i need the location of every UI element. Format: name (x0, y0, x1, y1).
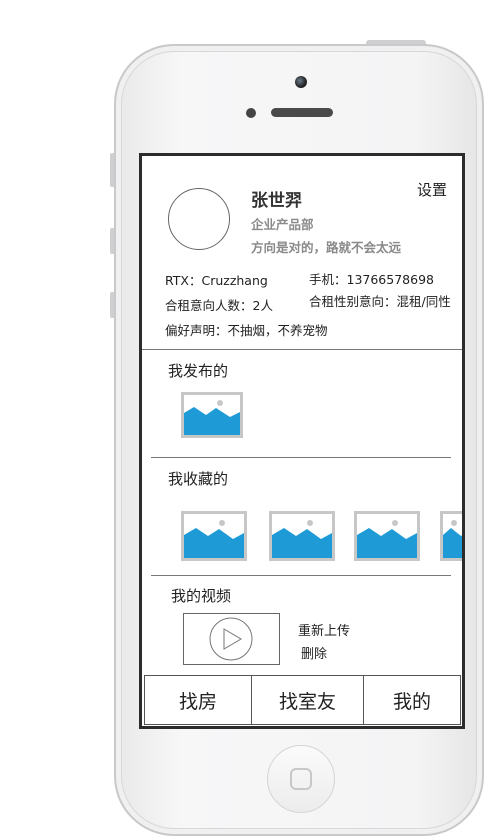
front-camera (295, 76, 307, 88)
section-title-published: 我发布的 (168, 362, 229, 380)
user-motto: 方向是对的，路就不会太远 (251, 240, 402, 255)
divider (151, 575, 451, 576)
favorite-item-thumb[interactable] (181, 511, 247, 561)
preference-statement: 偏好声明：不抽烟，不养宠物 (165, 323, 328, 338)
tab-find-roommate[interactable]: 找室友 (251, 676, 363, 724)
section-title-favorites: 我收藏的 (168, 470, 229, 488)
tab-mine[interactable]: 我的 (363, 676, 460, 724)
delete-button[interactable]: 删除 (301, 643, 327, 662)
proximity-sensor (246, 108, 256, 118)
image-icon (184, 520, 244, 558)
published-item-thumb[interactable] (181, 392, 243, 438)
divider (142, 349, 462, 350)
user-name: 张世羿 (251, 191, 302, 211)
co-rent-gender: 合租性别意向：混租/同性 (309, 294, 451, 309)
app-screen: 张世羿 企业产品部 方向是对的，路就不会太远 设置 RTX：Cruzzhang … (139, 153, 465, 729)
user-department: 企业产品部 (251, 217, 314, 232)
rtx-id: RTX：Cruzzhang (165, 273, 268, 288)
video-thumbnail[interactable] (183, 613, 280, 665)
favorite-item-thumb[interactable] (269, 511, 335, 561)
image-icon (184, 400, 240, 435)
favorite-item-thumb-partial[interactable] (440, 511, 462, 561)
play-icon (209, 617, 253, 661)
favorite-item-thumb[interactable] (354, 511, 420, 561)
divider (151, 457, 451, 458)
image-icon (443, 520, 462, 558)
tab-find-house[interactable]: 找房 (145, 676, 251, 724)
home-square-icon (290, 768, 312, 790)
image-icon (272, 520, 332, 558)
reupload-button[interactable]: 重新上传 (298, 620, 350, 639)
settings-link[interactable]: 设置 (417, 179, 447, 200)
avatar[interactable] (168, 188, 230, 250)
image-icon (357, 520, 417, 558)
earpiece-speaker (271, 108, 333, 117)
section-title-videos: 我的视频 (171, 587, 232, 605)
home-button[interactable] (267, 745, 335, 813)
phone-number: 手机：13766578698 (309, 272, 434, 287)
bottom-tab-bar: 找房 找室友 我的 (144, 675, 461, 725)
co-rent-count: 合租意向人数：2人 (165, 298, 273, 313)
